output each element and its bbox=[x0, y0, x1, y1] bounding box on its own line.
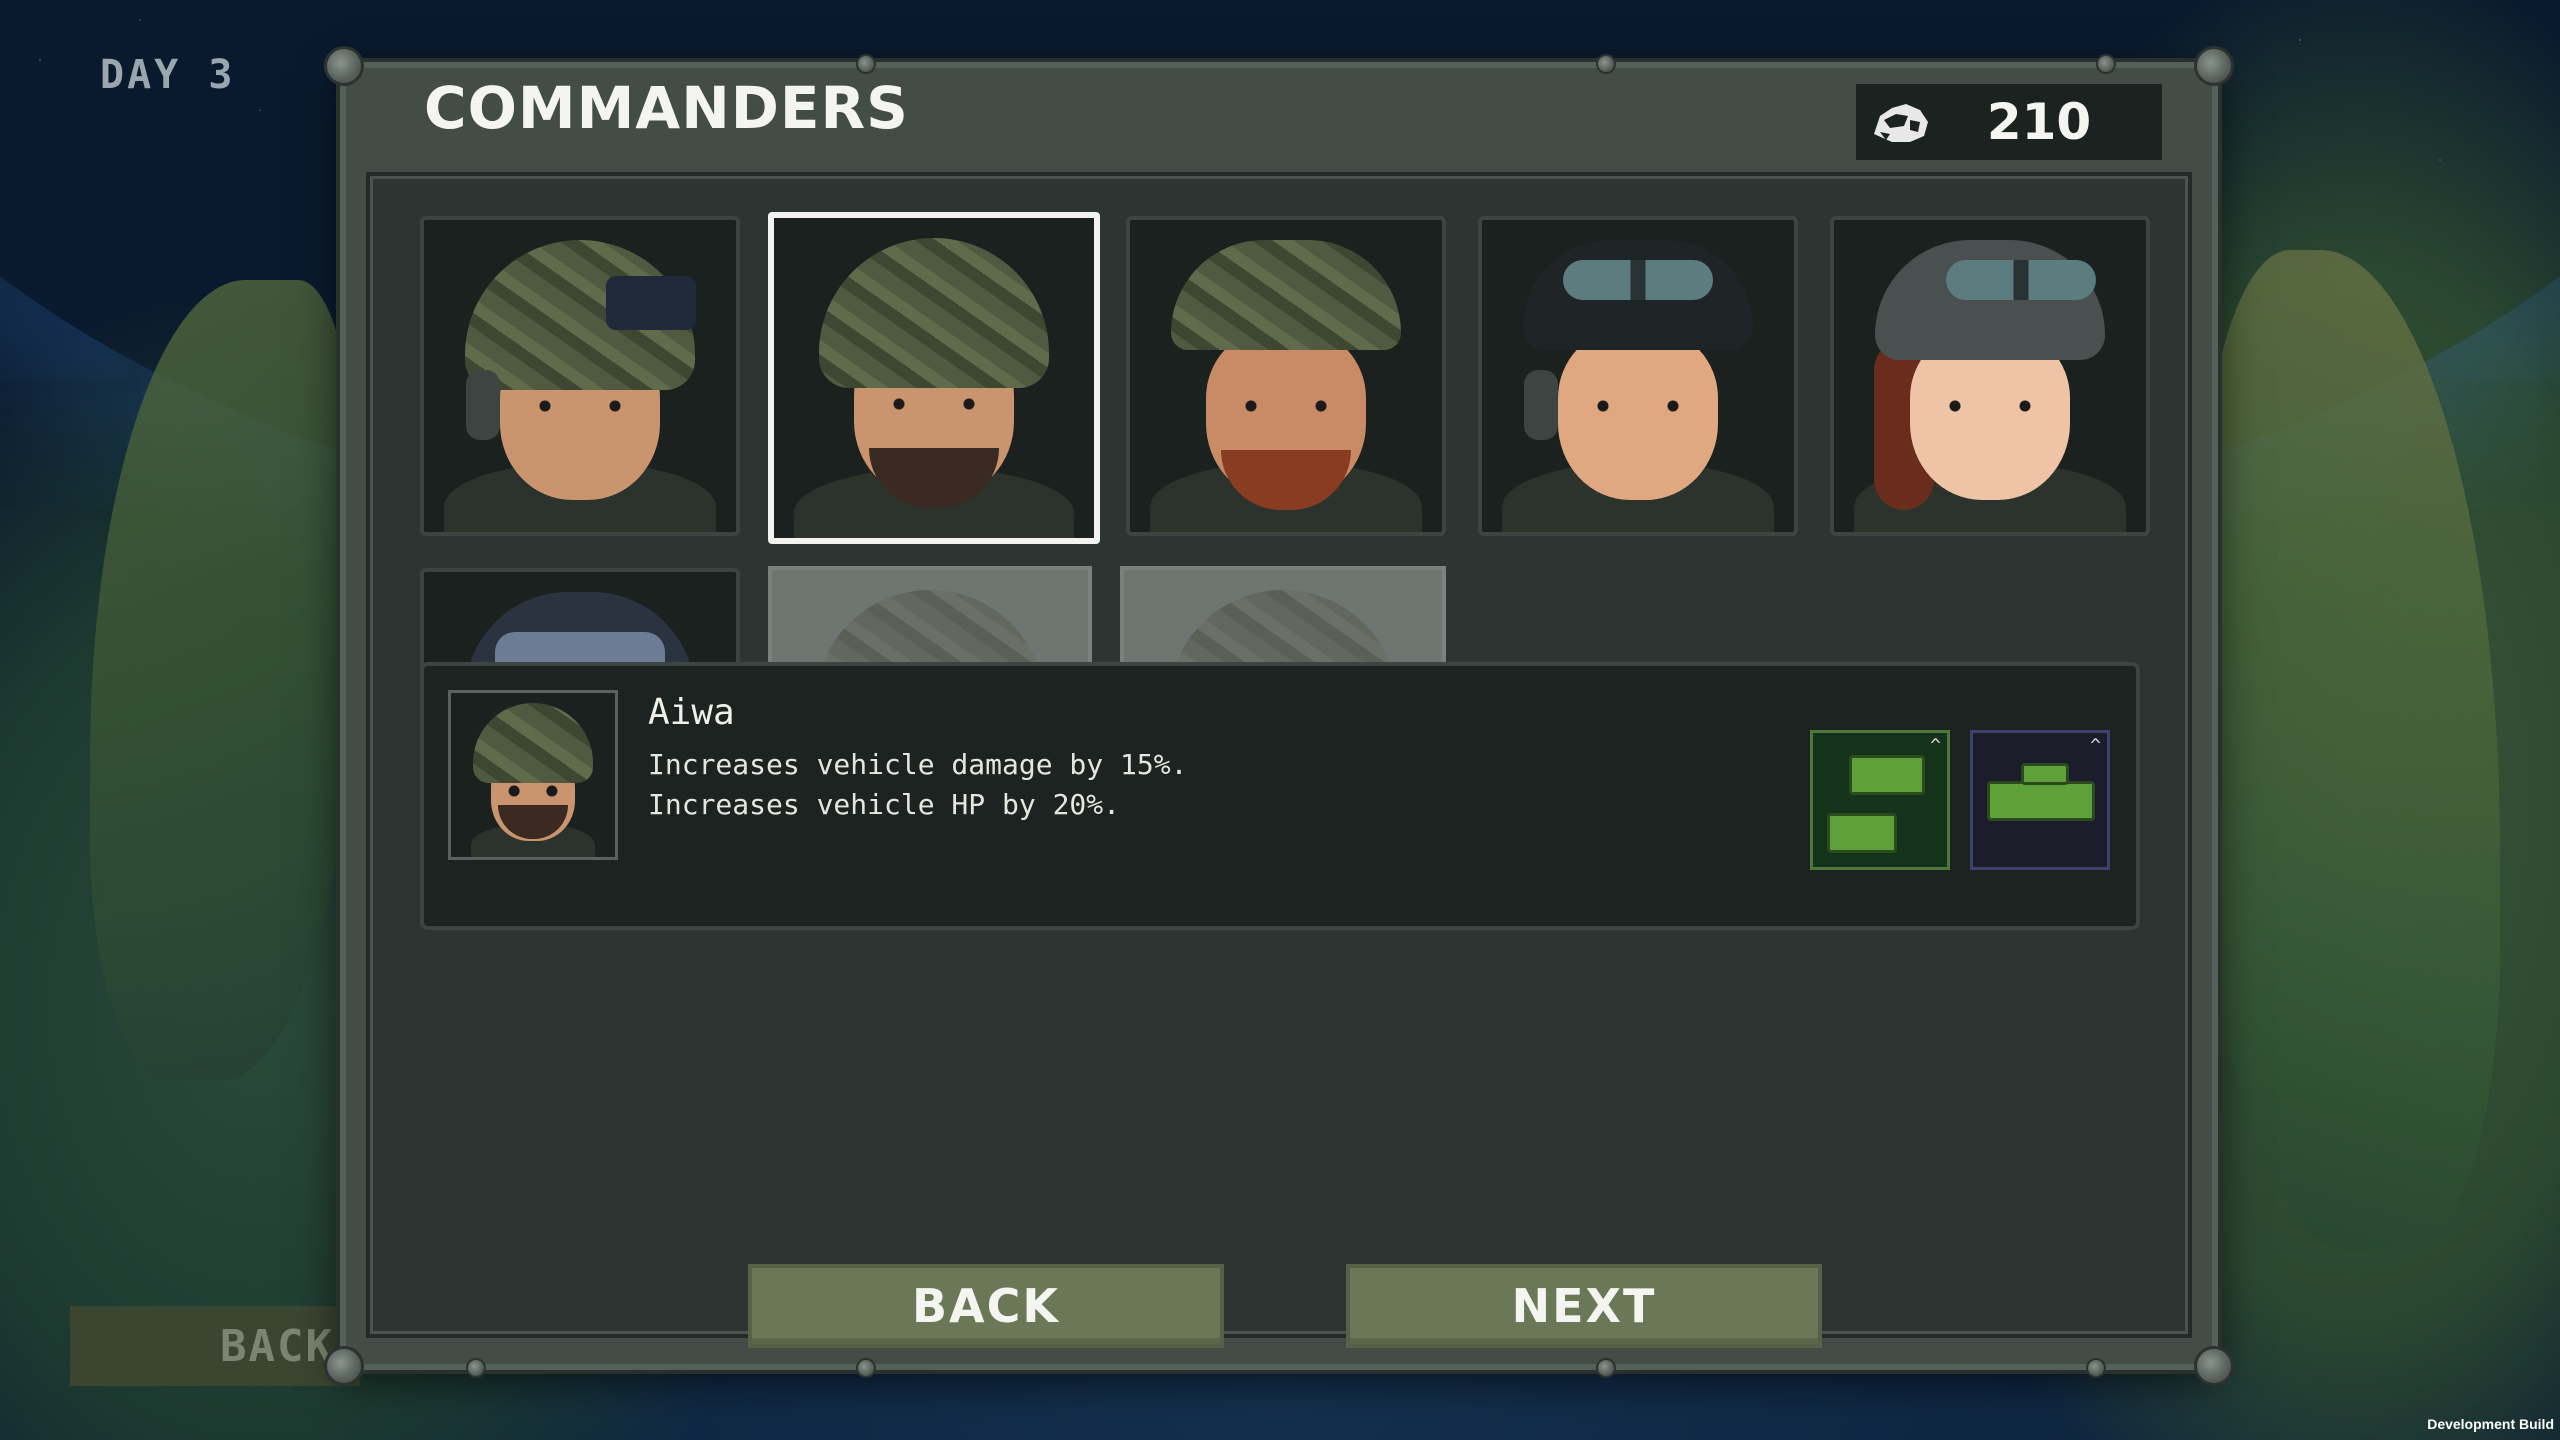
bolt-icon bbox=[324, 46, 364, 86]
commanders-panel: COMMANDERS 210 Aiwa Increases vehicle da… bbox=[324, 46, 2234, 1386]
bolt-icon bbox=[324, 1346, 364, 1386]
bolt-icon bbox=[466, 1358, 486, 1378]
commander-portrait bbox=[1482, 220, 1794, 532]
commander-portrait bbox=[774, 218, 1094, 538]
commander-card-2[interactable] bbox=[768, 212, 1100, 544]
map-back-button[interactable]: BACK bbox=[70, 1306, 360, 1386]
commanders-inner-frame: Aiwa Increases vehicle damage by 15%. In… bbox=[366, 172, 2192, 1338]
bolt-icon bbox=[2086, 1358, 2106, 1378]
tank-icon[interactable]: ^ bbox=[1970, 730, 2110, 870]
back-button[interactable]: BACK bbox=[748, 1264, 1224, 1348]
selected-commander-portrait bbox=[448, 690, 618, 860]
commander-portrait bbox=[1130, 220, 1442, 532]
commander-card-4[interactable] bbox=[1478, 216, 1798, 536]
commander-perk-2: Increases vehicle HP by 20%. bbox=[648, 788, 1121, 821]
caret-up-icon: ^ bbox=[2090, 735, 2101, 756]
commander-portrait bbox=[1834, 220, 2146, 532]
next-button[interactable]: NEXT bbox=[1346, 1264, 1822, 1348]
bolt-icon bbox=[2194, 1346, 2234, 1386]
commander-card-1[interactable] bbox=[420, 216, 740, 536]
commander-perk-1: Increases vehicle damage by 15%. bbox=[648, 748, 1188, 781]
commander-portrait bbox=[424, 220, 736, 532]
bolt-icon bbox=[2194, 46, 2234, 86]
caret-up-icon: ^ bbox=[1930, 735, 1941, 756]
commander-card-5[interactable] bbox=[1830, 216, 2150, 536]
bolt-icon bbox=[2096, 54, 2116, 74]
bolt-icon bbox=[1596, 54, 1616, 74]
currency-value: 210 bbox=[1986, 93, 2092, 151]
jeep-squad-icon[interactable]: ^ bbox=[1810, 730, 1950, 870]
scrap-icon bbox=[1874, 104, 1928, 142]
commander-details: Aiwa Increases vehicle damage by 15%. In… bbox=[420, 662, 2140, 930]
commander-name: Aiwa bbox=[648, 692, 735, 733]
bolt-icon bbox=[856, 54, 876, 74]
dev-build-label: Development Build bbox=[2427, 1416, 2554, 1432]
currency-display: 210 bbox=[1856, 84, 2162, 160]
panel-title: COMMANDERS bbox=[424, 74, 909, 142]
bolt-icon bbox=[1596, 1358, 1616, 1378]
day-counter: DAY 3 bbox=[100, 52, 236, 98]
bolt-icon bbox=[856, 1358, 876, 1378]
commander-card-3[interactable] bbox=[1126, 216, 1446, 536]
